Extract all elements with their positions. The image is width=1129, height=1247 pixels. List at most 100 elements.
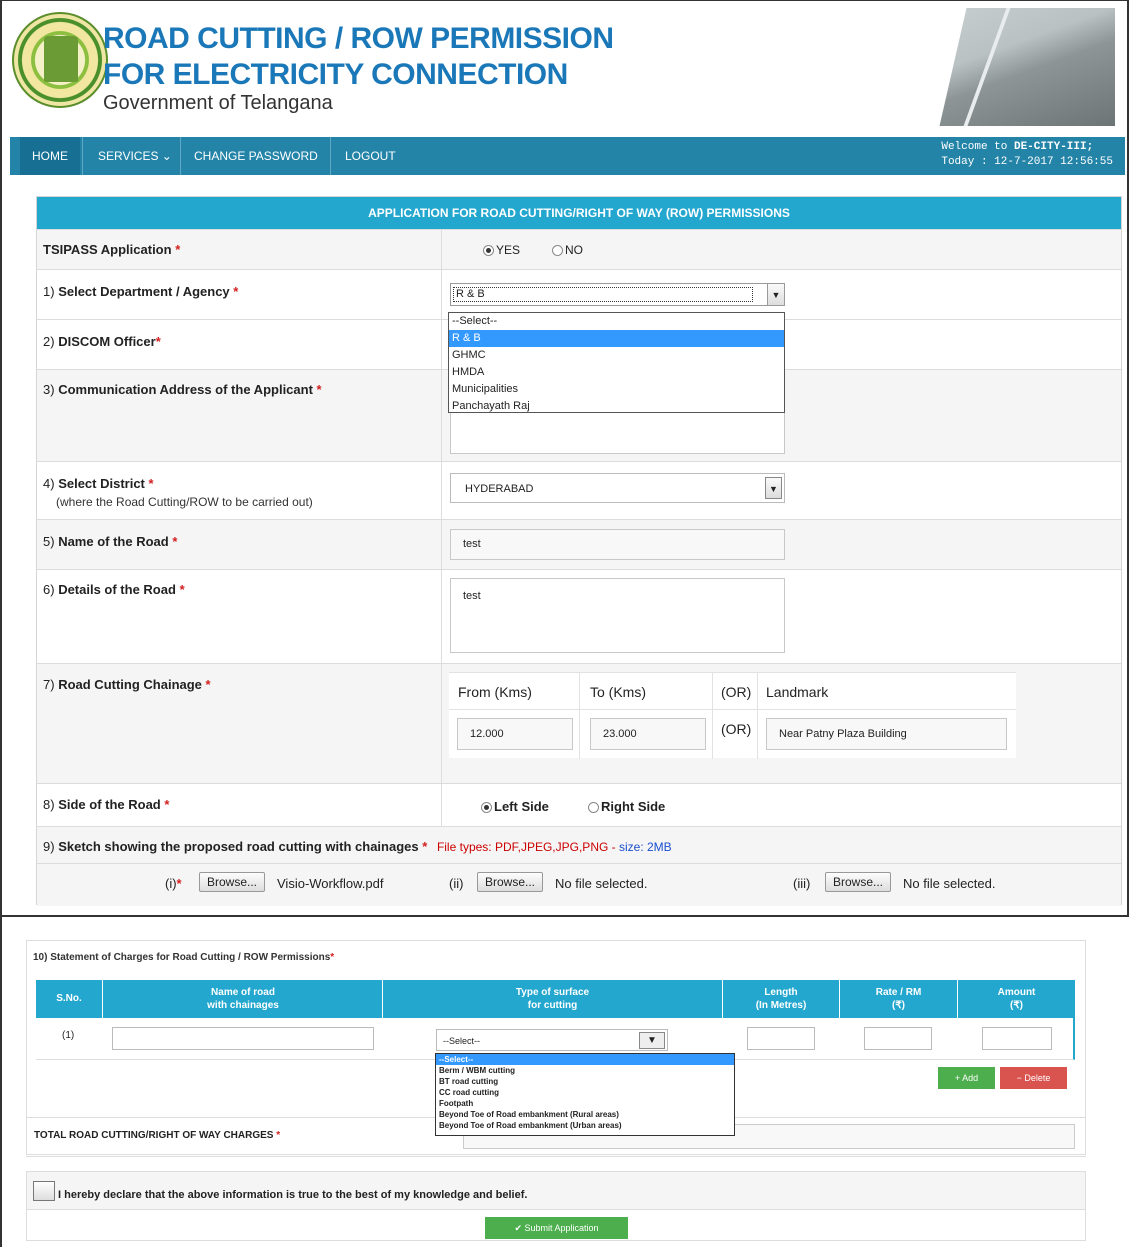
or-label: (OR) [721, 721, 752, 737]
row-number: (1) [62, 1030, 75, 1041]
application-form: APPLICATION FOR ROAD CUTTING/RIGHT OF WA… [36, 196, 1122, 906]
address-label: Communication Address of the Applicant [58, 382, 313, 397]
road-chainage-input[interactable] [112, 1027, 374, 1050]
department-select[interactable]: R & B ▼ [450, 283, 785, 306]
file1-name: Visio-Workflow.pdf [277, 876, 384, 891]
delete-row-button[interactable]: − Delete [1000, 1067, 1067, 1089]
site-title-line2: FOR ELECTRICITY CONNECTION [103, 58, 568, 91]
browse-button-1[interactable]: Browse... [199, 872, 266, 892]
district-note: (where the Road Cutting/ROW to be carrie… [56, 495, 313, 509]
dept-num: 1) [43, 284, 55, 299]
amount-input[interactable] [982, 1027, 1052, 1050]
declaration-box: I hereby declare that the above informat… [26, 1171, 1086, 1241]
tsipass-no-option[interactable]: NO [552, 243, 583, 257]
district-num: 4) [43, 476, 55, 491]
sketch-num: 9) [43, 839, 55, 854]
dept-option[interactable]: --Select-- [449, 313, 784, 330]
col-surface-type: Type of surface for cutting [515, 987, 590, 1011]
file1-index: (i)* [165, 876, 182, 891]
row-district: 4) Select District * (where the Road Cut… [37, 461, 1121, 519]
left-side-option[interactable]: Left Side [481, 799, 549, 814]
from-kms-header: From (Kms) [458, 684, 532, 700]
dept-option[interactable]: Panchayath Raj [449, 398, 784, 415]
tsipass-yes-option[interactable]: YES [483, 243, 520, 257]
add-row-button[interactable]: + Add [938, 1067, 995, 1089]
no-label: NO [565, 243, 583, 257]
surface-option[interactable]: CC road cutting [436, 1087, 734, 1098]
dept-option[interactable]: GHMC [449, 347, 784, 364]
file-size-note: size: 2MB [618, 840, 672, 854]
left-side-label: Left Side [494, 799, 549, 814]
right-side-option[interactable]: Right Side [588, 799, 665, 814]
district-label: Select District [58, 476, 145, 491]
surface-option[interactable]: Footpath [436, 1098, 734, 1109]
site-subtitle: Government of Telangana [103, 92, 333, 114]
road-name-input[interactable]: test [450, 529, 785, 560]
district-select[interactable]: HYDERABAD ▼ [450, 473, 785, 503]
file-types-note: File types: PDF,JPEG,JPG,PNG [436, 840, 609, 854]
main-nav: HOME SERVICES ⌄ CHANGE PASSWORD LOGOUT W… [10, 137, 1125, 175]
row-tsipass: TSIPASS Application * YES NO [37, 229, 1121, 269]
charges-title: 10) Statement of Charges for Road Cuttin… [33, 952, 335, 963]
dept-option[interactable]: Municipalities [449, 381, 784, 398]
chevron-down-icon[interactable]: ▼ [765, 477, 782, 499]
form-heading: APPLICATION FOR ROAD CUTTING/RIGHT OF WA… [37, 197, 1121, 229]
chevron-down-icon[interactable]: ▼ [639, 1032, 665, 1049]
dept-option[interactable]: HMDA [449, 364, 784, 381]
surface-dropdown-list: --Select-- Berm / WBM cutting BT road cu… [435, 1053, 735, 1136]
address-textarea[interactable] [450, 410, 785, 454]
surface-option[interactable]: BT road cutting [436, 1076, 734, 1087]
surface-option[interactable]: Berm / WBM cutting [436, 1065, 734, 1076]
browse-button-3[interactable]: Browse... [825, 872, 892, 892]
site-title-line1: ROAD CUTTING / ROW PERMISSION [103, 22, 614, 55]
row-road-name: 5) Name of the Road * test [37, 519, 1121, 569]
department-dropdown-list: --Select-- R & B GHMC HMDA Municipalitie… [448, 312, 785, 413]
charges-table-header: S.No. Name of road with chainages Type o… [36, 980, 1075, 1018]
road-num: 5) [43, 534, 55, 549]
landmark-header: Landmark [766, 684, 829, 700]
radio-left-side[interactable] [481, 802, 492, 814]
right-side-label: Right Side [601, 799, 666, 814]
row-chainage: 7) Road Cutting Chainage * From (Kms) To… [37, 663, 1121, 783]
address-num: 3) [43, 382, 55, 397]
road-details-textarea[interactable]: test [450, 578, 785, 653]
to-kms-input[interactable]: 23.000 [590, 718, 706, 750]
surface-select-value: --Select-- [443, 1036, 481, 1046]
surface-option[interactable]: Beyond Toe of Road embankment (Rural are… [436, 1109, 734, 1120]
surface-type-select[interactable]: --Select-- ▼ [436, 1029, 668, 1051]
dept-option-selected[interactable]: R & B [449, 330, 784, 347]
surface-option-selected[interactable]: --Select-- [436, 1054, 734, 1065]
submit-application-button[interactable]: ✔ Submit Application [485, 1217, 628, 1239]
from-kms-input[interactable]: 12.000 [457, 718, 573, 750]
nav-home[interactable]: HOME [20, 137, 80, 175]
file3-name: No file selected. [903, 876, 996, 891]
nav-logout[interactable]: LOGOUT [333, 137, 408, 175]
welcome-info: Welcome to DE-CITY-III; Today : 12-7-201… [941, 140, 1113, 170]
rate-input[interactable] [864, 1027, 932, 1050]
tsipass-label: TSIPASS Application [43, 242, 172, 257]
radio-yes[interactable] [483, 245, 494, 257]
chain-label: Road Cutting Chainage [58, 677, 202, 692]
radio-no[interactable] [552, 245, 563, 257]
chevron-down-icon[interactable]: ▼ [767, 284, 784, 305]
length-input[interactable] [747, 1027, 815, 1050]
declaration-checkbox[interactable] [33, 1181, 55, 1201]
details-num: 6) [43, 582, 55, 597]
landmark-input[interactable]: Near Patny Plaza Building [766, 718, 1007, 750]
declaration-text: I hereby declare that the above informat… [58, 1189, 528, 1201]
welcome-user: DE-CITY-III; [1013, 141, 1094, 153]
chainage-table: From (Kms) To (Kms) (OR) Landmark 12.000… [449, 672, 1016, 759]
file3-index: (iii) [793, 876, 811, 891]
surface-option[interactable]: Beyond Toe of Road embankment (Urban are… [436, 1120, 734, 1131]
nav-services[interactable]: SERVICES ⌄ [86, 137, 184, 175]
or-header: (OR) [721, 684, 752, 700]
browse-button-2[interactable]: Browse... [477, 872, 544, 892]
welcome-prefix: Welcome to [941, 141, 1014, 153]
row-road-details: 6) Details of the Road * test [37, 569, 1121, 663]
nav-change-password[interactable]: CHANGE PASSWORD [182, 137, 330, 175]
radio-right-side[interactable] [588, 802, 599, 814]
col-length: Length (In Metres) [755, 987, 807, 1011]
file-size-sep: - [608, 840, 619, 854]
sketch-label: Sketch showing the proposed road cutting… [58, 839, 419, 854]
site-header: ROAD CUTTING / ROW PERMISSION FOR ELECTR… [8, 8, 1123, 136]
